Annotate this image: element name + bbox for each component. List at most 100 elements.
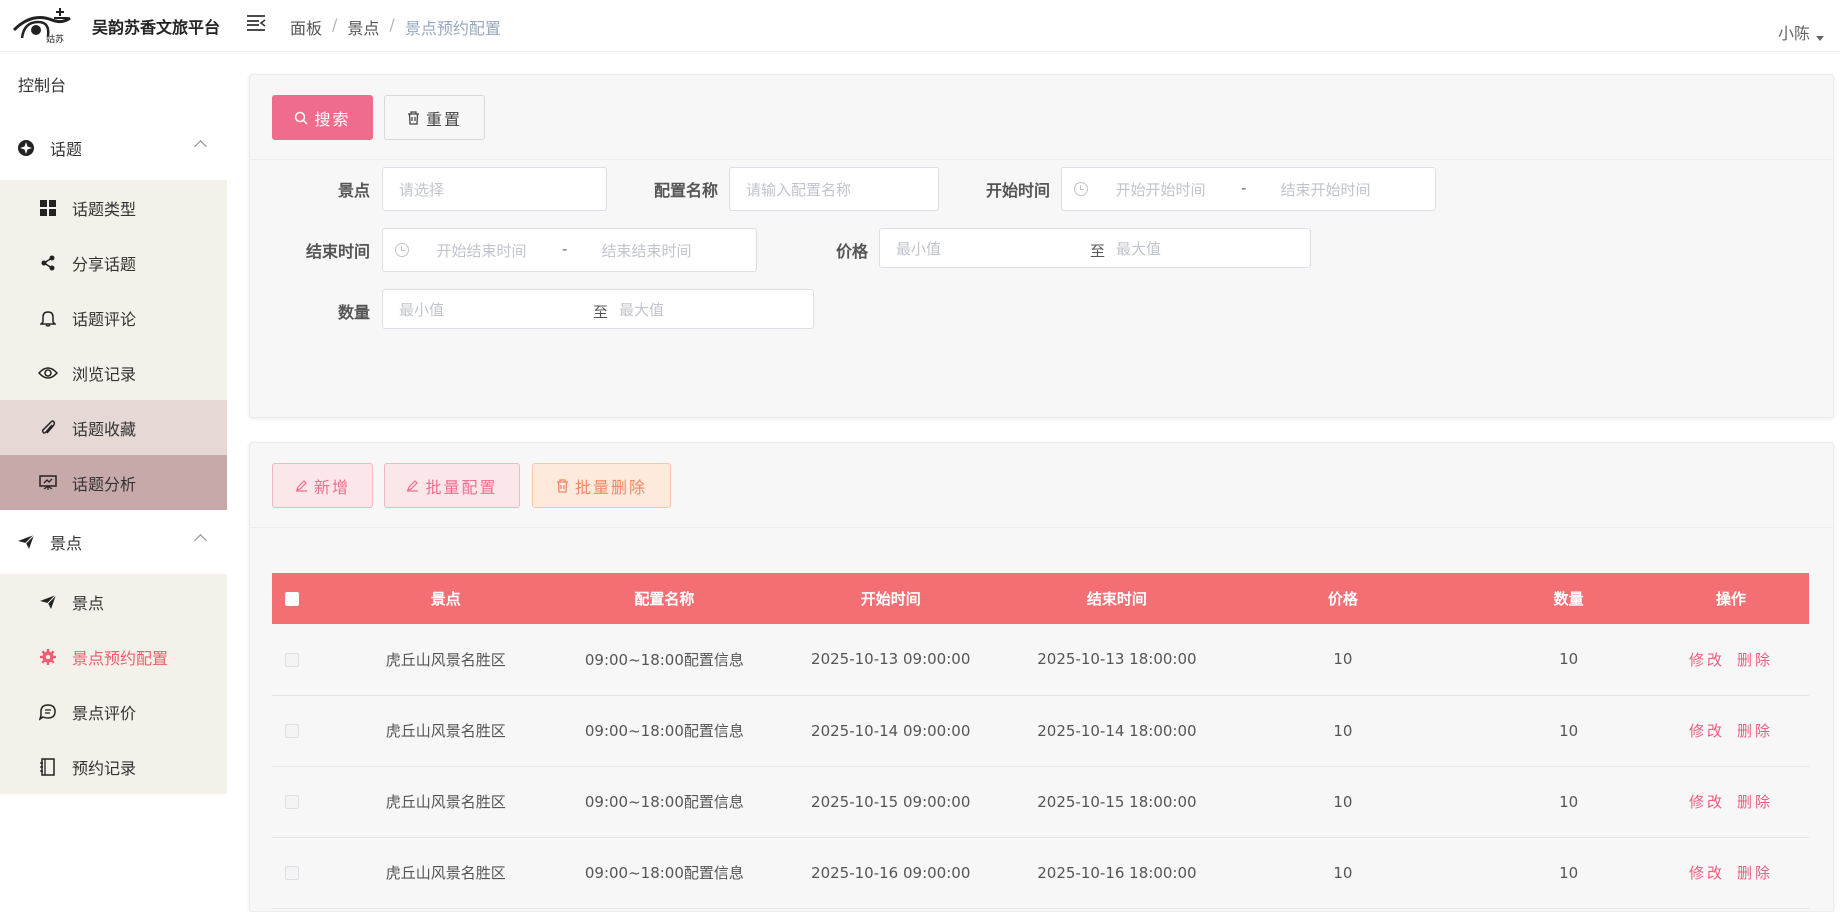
row-actions-cell: 修改 删除: [1653, 837, 1809, 908]
edit-link[interactable]: 修改: [1689, 793, 1725, 811]
row-checkbox[interactable]: [284, 866, 299, 880]
row-checkbox[interactable]: [284, 652, 299, 667]
table-row: 虎丘山风景名胜区 09:00~18:00配置信息 2025-10-14 09:00:…: [272, 695, 1809, 766]
sidebar-item-booking-record[interactable]: 预约记录: [0, 739, 227, 794]
edit-link[interactable]: 修改: [1689, 722, 1725, 740]
action-toolbar: 新增 批量配置 批量删除: [250, 443, 1833, 528]
sidebar-item-browse-history[interactable]: 浏览记录: [0, 345, 227, 400]
breadcrumb-separator: /: [389, 15, 395, 34]
sidebar-item-dashboard[interactable]: 控制台: [0, 52, 227, 116]
quantity-max-input[interactable]: 最大值: [603, 299, 664, 320]
quantity-min-input[interactable]: 最小值: [383, 299, 578, 320]
caret-down-icon: [1816, 35, 1824, 41]
logo: 姑苏: [12, 8, 71, 44]
table-cell-end: 2025-10-16 18:00:00: [1037, 863, 1197, 882]
paperclip-icon: [38, 418, 58, 438]
search-button[interactable]: 搜索: [272, 95, 373, 140]
row-checkbox[interactable]: [284, 795, 299, 809]
table-cell-price: 10: [1333, 792, 1353, 811]
table-cell-scenic: 虎丘山风景名胜区: [385, 864, 506, 882]
sidebar-item-share-topic[interactable]: 分享话题: [0, 235, 227, 290]
search-button-label: 搜索: [314, 109, 351, 129]
sidebar-item-topic-analysis[interactable]: 话题分析: [0, 455, 227, 510]
column-header[interactable]: 数量: [1484, 573, 1653, 624]
user-name: 小陈: [1777, 24, 1810, 43]
sidebar-item-scenic-review[interactable]: 景点评价: [0, 684, 227, 739]
sidebar-item-topic-type[interactable]: 话题类型: [0, 180, 227, 235]
sidebar-group-scenic[interactable]: 景点: [0, 510, 227, 574]
sidebar-item-scenic-booking-config[interactable]: 景点预约配置: [0, 629, 227, 684]
end-time-label: 结束时间: [305, 242, 370, 261]
sidebar-item-label: 景点: [72, 593, 105, 613]
column-header[interactable]: 配置名称: [580, 573, 749, 624]
start-time-range[interactable]: 开始开始时间 - 结束开始时间: [1061, 167, 1436, 211]
breadcrumb-separator: /: [332, 15, 338, 34]
delete-link[interactable]: 删除: [1737, 651, 1773, 669]
column-header[interactable]: 价格: [1201, 573, 1484, 624]
table-cell-price: 10: [1333, 721, 1353, 740]
menu-toggle-icon[interactable]: [246, 14, 266, 32]
column-header[interactable]: 景点: [312, 573, 580, 624]
end-time-from[interactable]: 开始结束时间: [413, 233, 550, 267]
sidebar-group-topic[interactable]: 话题: [0, 116, 227, 180]
clock-icon: [395, 243, 409, 257]
sidebar-item-label: 景点评价: [72, 703, 137, 723]
scenic-select[interactable]: 请选择: [382, 167, 607, 211]
edit-link[interactable]: 修改: [1689, 651, 1725, 669]
range-separator: -: [562, 240, 568, 258]
user-menu[interactable]: 小陈: [1778, 20, 1824, 44]
breadcrumb-item-dashboard[interactable]: 面板: [290, 15, 322, 39]
paper-plane-icon: [16, 532, 36, 552]
chevron-up-icon: [194, 534, 207, 547]
delete-link[interactable]: 删除: [1737, 864, 1773, 882]
end-time-to[interactable]: 结束结束时间: [578, 233, 715, 267]
row-actions-cell: 修改 删除: [1653, 766, 1809, 837]
start-time-to[interactable]: 结束开始时间: [1257, 172, 1394, 206]
end-time-range[interactable]: 开始结束时间 - 结束结束时间: [382, 228, 757, 272]
row-select-cell: [272, 766, 312, 837]
start-time-from[interactable]: 开始开始时间: [1092, 172, 1229, 206]
search-toolbar: 搜索 重置: [250, 75, 1833, 160]
batch-delete-button[interactable]: 批量删除: [532, 463, 671, 508]
clock-icon: [1074, 182, 1088, 196]
app-title: 吴韵苏香文旅平台: [92, 18, 221, 37]
config-name-input[interactable]: 请输入配置名称: [729, 167, 939, 211]
gear-icon: [38, 647, 58, 667]
edit-link[interactable]: 修改: [1689, 864, 1725, 882]
sidebar-item-topic-favorite[interactable]: 话题收藏: [0, 400, 227, 455]
breadcrumb: 面板 / 景点 / 景点预约配置: [290, 15, 501, 39]
price-label: 价格: [835, 242, 868, 261]
quantity-range[interactable]: 最小值 至 最大值: [382, 289, 814, 329]
scenic-select-placeholder: 请选择: [399, 180, 445, 199]
table-cell-name: 09:00~18:00配置信息: [584, 793, 744, 811]
price-min-input[interactable]: 最小值: [880, 238, 1075, 259]
table-row: 虎丘山风景名胜区 09:00~18:00配置信息 2025-10-15 09:00:…: [272, 766, 1809, 837]
config-table: 景点 配置名称 开始时间 结束时间 价格 数量 操作 虎丘山风景名胜区 09:00…: [272, 573, 1809, 909]
batch-config-button[interactable]: 批量配置: [384, 463, 520, 508]
price-range[interactable]: 最小值 至 最大值: [879, 228, 1311, 268]
config-name-label: 配置名称: [653, 181, 718, 200]
table-row: 虎丘山风景名胜区 09:00~18:00配置信息 2025-10-16 09:00:…: [272, 837, 1809, 908]
sidebar-item-label: 景点预约配置: [72, 648, 169, 668]
sidebar-item-scenic[interactable]: 景点: [0, 574, 227, 629]
row-select-cell: [272, 695, 312, 766]
row-checkbox[interactable]: [284, 724, 299, 738]
batch-config-button-label: 批量配置: [425, 477, 498, 497]
quantity-label: 数量: [337, 303, 370, 322]
share-icon: [38, 253, 58, 273]
delete-link[interactable]: 删除: [1737, 793, 1773, 811]
row-select-cell: [272, 624, 312, 695]
sidebar-item-topic-comment[interactable]: 话题评论: [0, 290, 227, 345]
column-header[interactable]: 结束时间: [1032, 573, 1201, 624]
column-header: 操作: [1716, 590, 1747, 608]
table-cell-name: 09:00~18:00配置信息: [584, 650, 744, 669]
top-header: 姑苏 吴韵苏香文旅平台 面板 / 景点 / 景点预约配置 小陈: [0, 0, 1840, 52]
delete-link[interactable]: 删除: [1737, 722, 1773, 740]
column-header[interactable]: 开始时间: [749, 573, 1032, 624]
breadcrumb-item-scenic[interactable]: 景点: [347, 15, 379, 39]
add-button[interactable]: 新增: [272, 463, 373, 508]
sidebar: 控制台 话题 话题类型 分享话题 话题评论 浏览记录 话题收藏 话题分析 景点 …: [0, 52, 227, 902]
price-max-input[interactable]: 最大值: [1100, 238, 1161, 259]
reset-button[interactable]: 重置: [384, 95, 485, 140]
select-all-checkbox[interactable]: [284, 592, 299, 606]
